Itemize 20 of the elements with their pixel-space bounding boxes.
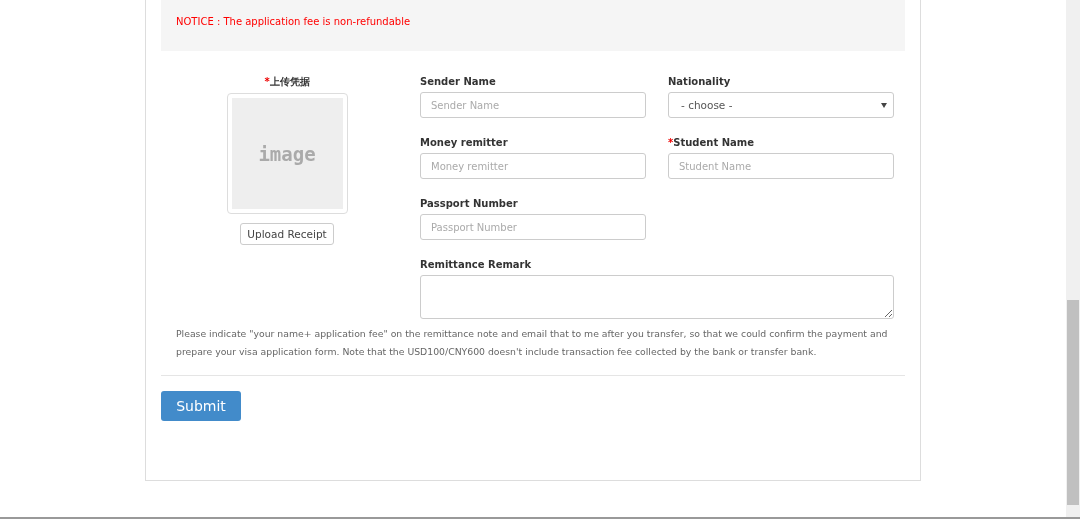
upload-label: *上传凭据 [264,75,310,89]
submit-button[interactable]: Submit [161,391,241,421]
scrollbar[interactable] [1066,0,1080,517]
field-label: Sender Name [420,75,497,89]
text-field[interactable]: Student Name [668,153,894,179]
dropdown[interactable]: - choose - [668,92,894,118]
field-label: Money remitter [420,136,509,150]
text-field[interactable]: Passport Number [420,214,646,240]
field-label: Nationality [668,75,732,89]
notice-text: NOTICE : The application fee is non-refundable [176,16,411,27]
text-field[interactable]: Sender Name [420,92,646,118]
remark-field[interactable] [420,275,894,319]
field-label: Passport Number [420,197,519,211]
field-label: Remittance Remark [420,258,533,272]
upload-button[interactable]: Upload Receipt [240,223,334,245]
instructions-text: Please indicate "your name+ application fee" on the remittance note and email that to me after you transfer, so that we could confirm the payment and prepare your visa application form. Note that the USD100/CNY600 doesn't include transaction fee collected by the bank or transfer bank. [176,327,889,359]
text-field[interactable]: Money remitter [420,153,646,179]
field-label: *Student Name [668,136,755,150]
caret-icon [881,102,887,108]
placeholder-text: image [258,142,316,165]
